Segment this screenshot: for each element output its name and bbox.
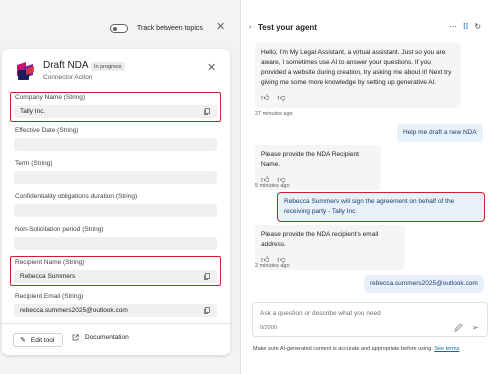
disclaimer: Make sure AI-generated content is accura… [253,346,459,352]
card-title: Draft NDA [43,60,89,71]
attach-icon[interactable]: 🖉 [454,323,463,337]
edit-icon: ✎ [20,337,26,344]
bot-message-text: Hello, I'm My Legal Assistant, a virtual… [261,49,452,86]
copy-icon[interactable] [204,273,210,280]
chat-input-box[interactable]: Ask a question or describe what you need… [252,302,488,337]
term-label: Term (String) [15,160,53,167]
recipient-email-value: rebecca.summers2025@outlook.com [20,307,128,314]
see-terms-link[interactable]: See terms [434,346,459,352]
bot-message-text: Please provide the NDA recipient's email… [261,231,379,248]
bot-message: Hello, I'm My Legal Assistant, a virtual… [255,43,461,108]
timestamp: 2 minutes ago [255,263,290,269]
non-solicitation-label: Non-Solicitation period (String) [15,226,104,233]
effective-date-label: Effective Date (String) [15,127,79,134]
toggle-knob [112,26,117,31]
user-message: Rebecca Summers will sign the agreement … [277,192,485,222]
more-icon[interactable]: ⋯ [449,22,457,31]
thumbs-up-icon[interactable]: 👍︎ [261,93,269,103]
thumbs-down-icon[interactable]: 👎︎ [277,93,285,103]
recipient-email-label: Recipient Email (String) [15,293,84,300]
chat-input-placeholder: Ask a question or describe what you need [260,310,381,317]
disclaimer-text: Make sure AI-generated content is accura… [253,346,433,352]
edit-tool-label: Edit tool [30,336,55,344]
connector-action-card: Draft NDA In progress Connector Action ✕… [2,49,230,355]
track-topics-row: Track between topics [110,24,203,33]
collapse-chevron-icon[interactable]: › [249,24,251,31]
left-panel: Track between topics ✕ Draft NDA In prog… [0,0,240,374]
confidentiality-duration-field[interactable] [14,204,217,217]
refresh-icon[interactable]: ↻ [474,22,481,31]
timestamp: 5 minutes ago [255,183,290,189]
user-message: Help me draft a new NDA [397,124,483,142]
card-close-icon[interactable]: ✕ [207,63,216,74]
company-name-field[interactable]: Tally Inc. [14,105,217,118]
documentation-link[interactable]: Documentation [72,334,129,341]
track-topics-label: Track between topics [137,25,203,32]
recipient-email-field[interactable]: rebecca.summers2025@outlook.com [14,304,217,317]
non-solicitation-field[interactable] [14,237,217,250]
confidentiality-duration-label: Confidentiality obligations duration (St… [15,193,138,200]
bot-message-text: Please provide the NDA Recipient Name. [261,151,359,168]
edit-tool-button[interactable]: ✎ Edit tool [13,333,63,347]
company-name-label: Company Name (String) [15,94,86,101]
recipient-name-label: Recipient Name (String) [15,259,85,266]
track-topics-toggle[interactable] [110,24,128,33]
open-link-icon [72,334,79,341]
debug-icon[interactable]: ⁞⁞ [463,22,468,31]
status-badge: In progress [91,62,125,71]
timestamp: 27 minutes ago [255,111,293,117]
char-count: 0/2000 [260,325,277,331]
copy-icon[interactable] [204,307,210,314]
documentation-label: Documentation [85,334,129,341]
company-name-value: Tally Inc. [20,108,46,115]
recipient-name-value: Rebecca Summers [20,273,76,280]
close-icon[interactable]: ✕ [216,22,225,33]
effective-date-field[interactable] [14,138,217,151]
send-icon[interactable]: ➢ [472,323,479,332]
panel-title: Test your agent [258,23,317,32]
term-field[interactable] [14,171,217,184]
recipient-name-field[interactable]: Rebecca Summers [14,270,217,283]
card-subtitle: Connector Action [43,74,93,81]
header-actions: ⋯ ⁞⁞ ↻ [449,22,481,31]
connector-logo-icon [17,62,34,80]
copy-icon[interactable] [204,108,210,115]
reactions: 👍︎ 👎︎ [261,93,455,103]
user-message: rebecca.summers2025@outlook.com [364,275,484,293]
test-agent-panel: › Test your agent ⋯ ⁞⁞ ↻ Hello, I'm My L… [240,0,500,374]
card-footer: ✎ Edit tool Documentation [2,323,230,355]
